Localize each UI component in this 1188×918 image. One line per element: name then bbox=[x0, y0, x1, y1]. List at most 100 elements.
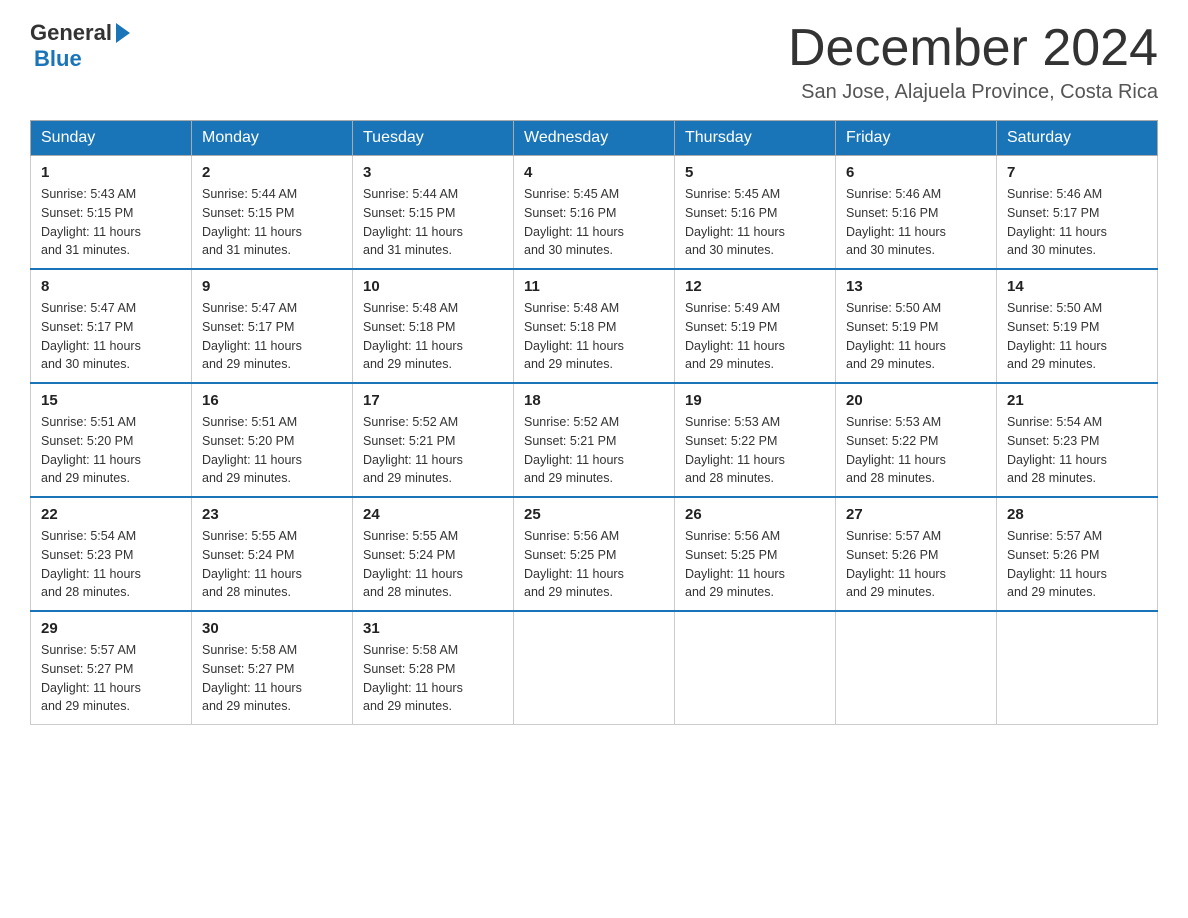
table-row bbox=[514, 611, 675, 725]
day-info: Sunrise: 5:50 AMSunset: 5:19 PMDaylight:… bbox=[846, 299, 986, 374]
calendar-week-2: 8 Sunrise: 5:47 AMSunset: 5:17 PMDayligh… bbox=[31, 269, 1158, 383]
table-row bbox=[997, 611, 1158, 725]
day-number: 27 bbox=[846, 506, 986, 523]
header-friday: Friday bbox=[836, 121, 997, 156]
day-number: 30 bbox=[202, 620, 342, 637]
table-row: 11 Sunrise: 5:48 AMSunset: 5:18 PMDaylig… bbox=[514, 269, 675, 383]
table-row: 30 Sunrise: 5:58 AMSunset: 5:27 PMDaylig… bbox=[192, 611, 353, 725]
table-row: 1 Sunrise: 5:43 AMSunset: 5:15 PMDayligh… bbox=[31, 156, 192, 270]
day-number: 15 bbox=[41, 392, 181, 409]
table-row: 2 Sunrise: 5:44 AMSunset: 5:15 PMDayligh… bbox=[192, 156, 353, 270]
logo-general-text: General bbox=[30, 20, 112, 46]
day-info: Sunrise: 5:53 AMSunset: 5:22 PMDaylight:… bbox=[846, 413, 986, 488]
table-row: 13 Sunrise: 5:50 AMSunset: 5:19 PMDaylig… bbox=[836, 269, 997, 383]
table-row: 6 Sunrise: 5:46 AMSunset: 5:16 PMDayligh… bbox=[836, 156, 997, 270]
header-saturday: Saturday bbox=[997, 121, 1158, 156]
logo-blue-text: Blue bbox=[34, 46, 82, 72]
table-row: 22 Sunrise: 5:54 AMSunset: 5:23 PMDaylig… bbox=[31, 497, 192, 611]
table-row: 4 Sunrise: 5:45 AMSunset: 5:16 PMDayligh… bbox=[514, 156, 675, 270]
header-sunday: Sunday bbox=[31, 121, 192, 156]
table-row: 21 Sunrise: 5:54 AMSunset: 5:23 PMDaylig… bbox=[997, 383, 1158, 497]
day-number: 4 bbox=[524, 164, 664, 181]
day-number: 8 bbox=[41, 278, 181, 295]
table-row: 12 Sunrise: 5:49 AMSunset: 5:19 PMDaylig… bbox=[675, 269, 836, 383]
calendar-week-4: 22 Sunrise: 5:54 AMSunset: 5:23 PMDaylig… bbox=[31, 497, 1158, 611]
day-info: Sunrise: 5:58 AMSunset: 5:27 PMDaylight:… bbox=[202, 641, 342, 716]
day-number: 2 bbox=[202, 164, 342, 181]
table-row: 28 Sunrise: 5:57 AMSunset: 5:26 PMDaylig… bbox=[997, 497, 1158, 611]
title-section: December 2024 San Jose, Alajuela Provinc… bbox=[788, 20, 1158, 104]
header-tuesday: Tuesday bbox=[353, 121, 514, 156]
table-row bbox=[836, 611, 997, 725]
day-info: Sunrise: 5:48 AMSunset: 5:18 PMDaylight:… bbox=[524, 299, 664, 374]
day-info: Sunrise: 5:44 AMSunset: 5:15 PMDaylight:… bbox=[202, 185, 342, 260]
day-info: Sunrise: 5:46 AMSunset: 5:16 PMDaylight:… bbox=[846, 185, 986, 260]
day-info: Sunrise: 5:48 AMSunset: 5:18 PMDaylight:… bbox=[363, 299, 503, 374]
day-number: 20 bbox=[846, 392, 986, 409]
month-title: December 2024 bbox=[788, 20, 1158, 77]
table-row: 20 Sunrise: 5:53 AMSunset: 5:22 PMDaylig… bbox=[836, 383, 997, 497]
day-number: 28 bbox=[1007, 506, 1147, 523]
day-number: 14 bbox=[1007, 278, 1147, 295]
calendar-week-1: 1 Sunrise: 5:43 AMSunset: 5:15 PMDayligh… bbox=[31, 156, 1158, 270]
day-info: Sunrise: 5:49 AMSunset: 5:19 PMDaylight:… bbox=[685, 299, 825, 374]
day-number: 25 bbox=[524, 506, 664, 523]
header-monday: Monday bbox=[192, 121, 353, 156]
day-info: Sunrise: 5:47 AMSunset: 5:17 PMDaylight:… bbox=[202, 299, 342, 374]
day-info: Sunrise: 5:53 AMSunset: 5:22 PMDaylight:… bbox=[685, 413, 825, 488]
table-row: 3 Sunrise: 5:44 AMSunset: 5:15 PMDayligh… bbox=[353, 156, 514, 270]
day-info: Sunrise: 5:54 AMSunset: 5:23 PMDaylight:… bbox=[41, 527, 181, 602]
table-row: 9 Sunrise: 5:47 AMSunset: 5:17 PMDayligh… bbox=[192, 269, 353, 383]
table-row: 24 Sunrise: 5:55 AMSunset: 5:24 PMDaylig… bbox=[353, 497, 514, 611]
logo-arrow-icon bbox=[116, 23, 130, 43]
day-info: Sunrise: 5:54 AMSunset: 5:23 PMDaylight:… bbox=[1007, 413, 1147, 488]
day-number: 17 bbox=[363, 392, 503, 409]
day-number: 19 bbox=[685, 392, 825, 409]
location-text: San Jose, Alajuela Province, Costa Rica bbox=[788, 81, 1158, 104]
day-info: Sunrise: 5:51 AMSunset: 5:20 PMDaylight:… bbox=[41, 413, 181, 488]
day-info: Sunrise: 5:57 AMSunset: 5:26 PMDaylight:… bbox=[846, 527, 986, 602]
table-row: 27 Sunrise: 5:57 AMSunset: 5:26 PMDaylig… bbox=[836, 497, 997, 611]
day-number: 6 bbox=[846, 164, 986, 181]
day-info: Sunrise: 5:47 AMSunset: 5:17 PMDaylight:… bbox=[41, 299, 181, 374]
day-number: 5 bbox=[685, 164, 825, 181]
day-info: Sunrise: 5:52 AMSunset: 5:21 PMDaylight:… bbox=[524, 413, 664, 488]
day-number: 3 bbox=[363, 164, 503, 181]
page-header: General Blue December 2024 San Jose, Ala… bbox=[30, 20, 1158, 104]
day-number: 1 bbox=[41, 164, 181, 181]
calendar-header-row: Sunday Monday Tuesday Wednesday Thursday… bbox=[31, 121, 1158, 156]
day-info: Sunrise: 5:46 AMSunset: 5:17 PMDaylight:… bbox=[1007, 185, 1147, 260]
day-number: 21 bbox=[1007, 392, 1147, 409]
day-info: Sunrise: 5:55 AMSunset: 5:24 PMDaylight:… bbox=[202, 527, 342, 602]
table-row: 25 Sunrise: 5:56 AMSunset: 5:25 PMDaylig… bbox=[514, 497, 675, 611]
header-wednesday: Wednesday bbox=[514, 121, 675, 156]
table-row: 15 Sunrise: 5:51 AMSunset: 5:20 PMDaylig… bbox=[31, 383, 192, 497]
table-row: 16 Sunrise: 5:51 AMSunset: 5:20 PMDaylig… bbox=[192, 383, 353, 497]
table-row: 8 Sunrise: 5:47 AMSunset: 5:17 PMDayligh… bbox=[31, 269, 192, 383]
day-number: 7 bbox=[1007, 164, 1147, 181]
day-info: Sunrise: 5:45 AMSunset: 5:16 PMDaylight:… bbox=[524, 185, 664, 260]
day-info: Sunrise: 5:45 AMSunset: 5:16 PMDaylight:… bbox=[685, 185, 825, 260]
table-row: 26 Sunrise: 5:56 AMSunset: 5:25 PMDaylig… bbox=[675, 497, 836, 611]
day-number: 18 bbox=[524, 392, 664, 409]
logo: General Blue bbox=[30, 20, 130, 72]
table-row bbox=[675, 611, 836, 725]
day-info: Sunrise: 5:43 AMSunset: 5:15 PMDaylight:… bbox=[41, 185, 181, 260]
day-number: 13 bbox=[846, 278, 986, 295]
day-number: 9 bbox=[202, 278, 342, 295]
day-number: 31 bbox=[363, 620, 503, 637]
day-info: Sunrise: 5:56 AMSunset: 5:25 PMDaylight:… bbox=[685, 527, 825, 602]
day-info: Sunrise: 5:56 AMSunset: 5:25 PMDaylight:… bbox=[524, 527, 664, 602]
day-number: 12 bbox=[685, 278, 825, 295]
day-info: Sunrise: 5:57 AMSunset: 5:27 PMDaylight:… bbox=[41, 641, 181, 716]
table-row: 10 Sunrise: 5:48 AMSunset: 5:18 PMDaylig… bbox=[353, 269, 514, 383]
day-number: 26 bbox=[685, 506, 825, 523]
table-row: 14 Sunrise: 5:50 AMSunset: 5:19 PMDaylig… bbox=[997, 269, 1158, 383]
day-info: Sunrise: 5:51 AMSunset: 5:20 PMDaylight:… bbox=[202, 413, 342, 488]
calendar-week-5: 29 Sunrise: 5:57 AMSunset: 5:27 PMDaylig… bbox=[31, 611, 1158, 725]
day-number: 29 bbox=[41, 620, 181, 637]
day-number: 11 bbox=[524, 278, 664, 295]
day-number: 10 bbox=[363, 278, 503, 295]
day-info: Sunrise: 5:52 AMSunset: 5:21 PMDaylight:… bbox=[363, 413, 503, 488]
table-row: 7 Sunrise: 5:46 AMSunset: 5:17 PMDayligh… bbox=[997, 156, 1158, 270]
